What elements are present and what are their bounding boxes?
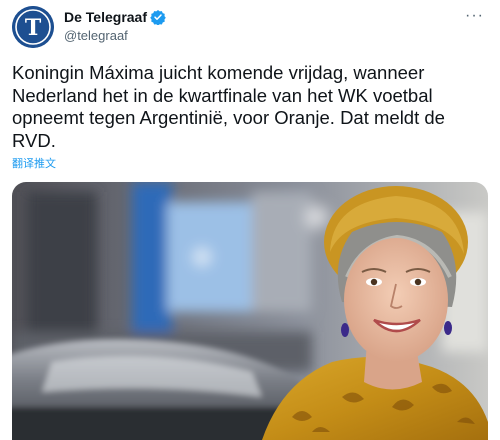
photo-queen-maxima xyxy=(12,182,488,440)
tweet-text: Koningin Máxima juicht komende vrijdag, … xyxy=(12,62,445,151)
tweet-header: T De Telegraaf @telegraaf ··· xyxy=(12,6,488,50)
author-handle[interactable]: @telegraaf xyxy=(64,27,166,45)
more-horizontal-icon[interactable]: ··· xyxy=(465,8,484,24)
telegraaf-logo-icon: T xyxy=(12,6,54,48)
avatar-letter: T xyxy=(25,15,42,41)
author-display-name[interactable]: De Telegraaf xyxy=(64,8,147,26)
verified-badge-icon xyxy=(150,10,166,25)
author-avatar[interactable]: T xyxy=(12,6,54,48)
tweet-photo[interactable] xyxy=(12,182,488,440)
translate-tweet-link[interactable]: 翻译推文 xyxy=(12,157,56,171)
author-names: De Telegraaf @telegraaf xyxy=(64,8,166,45)
